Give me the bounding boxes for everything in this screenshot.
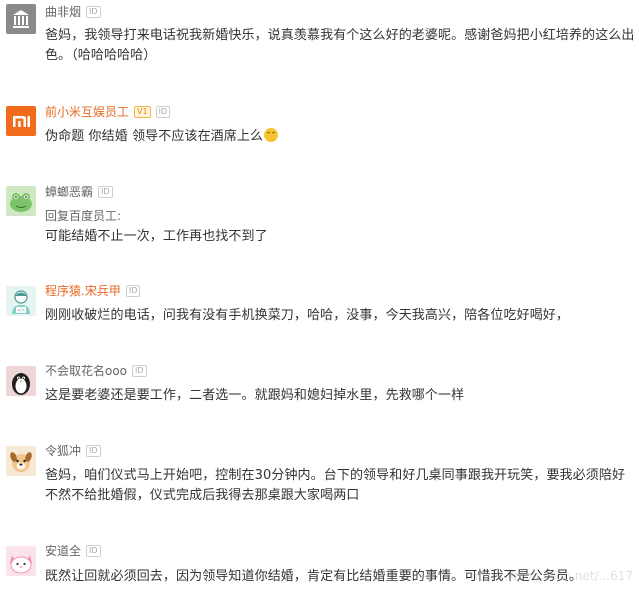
comment-text: 可能结婚不止一次，工作再也找不到了 [45, 229, 268, 244]
username[interactable]: 不会取花名ooo [45, 363, 127, 379]
user-line: 不会取花名ooo ID [45, 363, 147, 379]
comment-text: 伪命题 你结婚 领导不应该在酒席上么 [45, 127, 637, 147]
username[interactable]: 蟑螂恶霸 [45, 184, 93, 200]
avatar[interactable] [6, 106, 36, 136]
avatar[interactable]: </> [6, 286, 36, 316]
comment-text: 爸妈，咱们仪式马上开始吧，控制在30分钟内。台下的领导和好几桌同事跟我开玩笑，要… [45, 468, 626, 503]
avatar[interactable] [6, 446, 36, 476]
user-line: 前小米互娱员工 V1 ID [45, 104, 171, 120]
comment-text-content: 伪命题 你结婚 领导不应该在酒席上么 [45, 129, 264, 144]
mi-logo-icon [6, 106, 36, 136]
watermark: https://blog.csdn.net/...617 [470, 569, 633, 583]
id-badge: ID [86, 545, 101, 557]
comment-text: 刚刚收破烂的电话，问我有没有手机换菜刀，哈哈，没事，今天我高兴，陪各位吃好喝好， [45, 308, 570, 323]
programmer-avatar-icon: </> [6, 286, 36, 316]
user-line: 令狐冲 ID [45, 443, 101, 459]
id-badge: ID [86, 445, 101, 457]
username[interactable]: 安道全 [45, 543, 81, 559]
reply-to-label[interactable]: 回复百度员工: [45, 208, 121, 224]
user-line: 安道全 ID [45, 543, 101, 559]
id-badge: ID [125, 285, 141, 297]
id-badge: ID [155, 106, 171, 118]
id-badge: ID [98, 186, 113, 198]
user-line: 曲非烟 ID [45, 4, 101, 20]
dog-icon [6, 446, 36, 476]
username[interactable]: 曲非烟 [45, 4, 81, 20]
comment-text: 这是要老婆还是要工作，二者选一。就跟妈和媳妇掉水里，先救哪个一样 [45, 388, 465, 403]
username[interactable]: 令狐冲 [45, 443, 81, 459]
id-badge: ID [86, 6, 101, 18]
penguin-icon [6, 366, 36, 396]
avatar[interactable] [6, 546, 36, 576]
avatar[interactable] [6, 186, 36, 216]
user-line: 程序猿.宋兵甲 ID [45, 283, 141, 299]
comment-text: 爸妈，我领导打来电话祝我新婚快乐，说真羡慕我有个这么好的老婆呢。感谢爸妈把小红培… [45, 28, 635, 63]
vip-badge: V1 [134, 106, 151, 118]
building-icon [6, 4, 36, 34]
cat-icon [6, 546, 36, 576]
avatar[interactable] [6, 4, 36, 34]
avatar[interactable] [6, 366, 36, 396]
smile-emoji-icon [264, 128, 279, 142]
svg-text:</>: </> [17, 308, 25, 313]
frog-icon [6, 186, 36, 216]
user-line: 蟑螂恶霸 ID [45, 184, 113, 200]
username[interactable]: 前小米互娱员工 [45, 104, 129, 120]
id-badge: ID [132, 365, 147, 377]
username[interactable]: 程序猿.宋兵甲 [45, 283, 121, 299]
